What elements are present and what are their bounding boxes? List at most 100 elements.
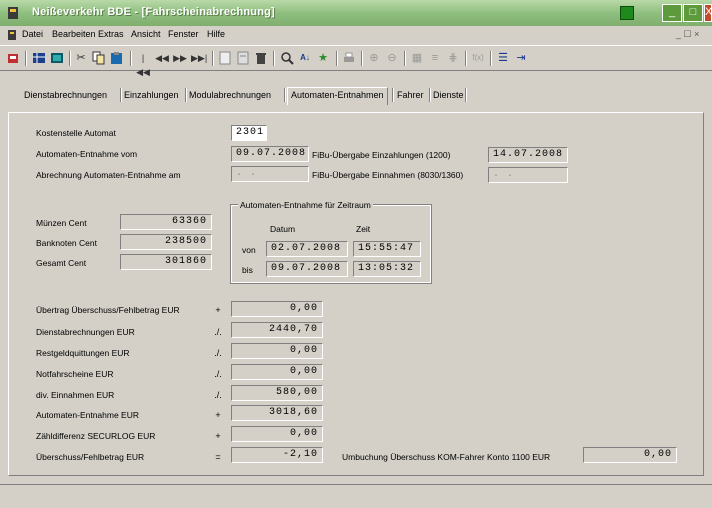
- toolbar-separator: [212, 51, 214, 66]
- paste-icon[interactable]: [110, 51, 124, 65]
- ueberschuss-input[interactable]: -2,10: [231, 447, 323, 463]
- tab-strip: Dienstabrechnungen Einzahlungen Modulabr…: [0, 74, 712, 114]
- last-record-icon[interactable]: ▶▶|: [191, 51, 207, 65]
- toolbar-separator: [69, 51, 71, 66]
- copy-icon[interactable]: [92, 51, 106, 65]
- first-record-icon[interactable]: |◀◀: [136, 51, 150, 77]
- doc2-icon[interactable]: [236, 51, 250, 65]
- title-bar: Neißeverkehr BDE - [Fahrscheinabrechnung…: [0, 0, 712, 26]
- menu-datei[interactable]: Datei: [22, 29, 43, 39]
- zaehldifferenz-label: Zähldifferenz SECURLOG EUR: [36, 431, 156, 441]
- maximize-button[interactable]: □: [683, 4, 703, 22]
- sort-icon[interactable]: A↓: [298, 51, 312, 65]
- tab-dienste[interactable]: Dienste: [433, 90, 464, 100]
- tab-divider: [185, 88, 187, 102]
- umbuchung-input[interactable]: 0,00: [583, 447, 677, 463]
- menu-ansicht[interactable]: Ansicht: [131, 29, 161, 39]
- grid-icon[interactable]: [32, 51, 46, 65]
- fibu-einnahmen-label: FiBu-Übergabe Einnahmen (8030/1360): [312, 170, 464, 180]
- table-icon[interactable]: [50, 51, 64, 65]
- bullet-list-icon[interactable]: ☰: [496, 51, 510, 65]
- tab-einzahlungen[interactable]: Einzahlungen: [124, 90, 179, 100]
- entnahme-vom-input[interactable]: 09.07.2008: [231, 146, 309, 162]
- fibu-einzahlungen-input[interactable]: 14.07.2008: [488, 147, 568, 163]
- tab-automaten-entnahmen[interactable]: Automaten-Entnahmen: [287, 87, 388, 105]
- search-icon[interactable]: [280, 51, 294, 65]
- dienstabrechnungen-label: Dienstabrechnungen EUR: [36, 327, 135, 337]
- kostenstelle-input[interactable]: 2301: [231, 125, 267, 141]
- bis-zeit-input[interactable]: 13:05:32: [353, 261, 421, 277]
- tab-divider: [392, 88, 394, 102]
- calc-icon[interactable]: ▦: [410, 51, 424, 65]
- abrechnung-input[interactable]: . .: [231, 166, 309, 182]
- zoom-in-icon[interactable]: ⊕: [367, 51, 381, 65]
- grid-lines-icon[interactable]: ⋕: [446, 51, 460, 65]
- toolbar-separator: [25, 51, 27, 66]
- von-datum-input[interactable]: 02.07.2008: [266, 241, 348, 257]
- von-zeit-input[interactable]: 15:55:47: [353, 241, 421, 257]
- formula-icon[interactable]: f(x): [471, 51, 485, 65]
- uebertrag-input[interactable]: 0,00: [231, 301, 323, 317]
- gesamt-input[interactable]: 301860: [120, 254, 212, 270]
- menu-bearbeiten[interactable]: Bearbeiten: [52, 29, 96, 39]
- cut-icon[interactable]: ✂: [74, 51, 88, 65]
- next-page-icon[interactable]: ▶▶: [173, 51, 187, 65]
- status-indicator-icon: [620, 6, 634, 20]
- doc1-icon[interactable]: [218, 51, 232, 65]
- doc-icon[interactable]: [6, 29, 18, 41]
- minimize-button[interactable]: _: [662, 4, 682, 22]
- restgeldquittungen-input[interactable]: 0,00: [231, 343, 323, 359]
- notfahrscheine-label: Notfahrscheine EUR: [36, 369, 114, 379]
- muenzen-label: Münzen Cent: [36, 218, 87, 228]
- menu-bar: Datei Bearbeiten Extras Ansicht Fenster …: [0, 26, 712, 44]
- banknoten-input[interactable]: 238500: [120, 234, 212, 250]
- tab-divider: [465, 88, 467, 102]
- notfahrscheine-input[interactable]: 0,00: [231, 364, 323, 380]
- menu-extras[interactable]: Extras: [98, 29, 124, 39]
- app-icon[interactable]: [6, 6, 20, 20]
- close-button[interactable]: X: [704, 4, 712, 22]
- notfahrscheine-operator: ./.: [214, 369, 222, 379]
- div-einnahmen-input[interactable]: 580,00: [231, 385, 323, 401]
- status-bar: [0, 484, 712, 508]
- ueberschuss-label: Überschuss/Fehlbetrag EUR: [36, 452, 145, 462]
- zeit-header: Zeit: [356, 224, 371, 234]
- delete-icon[interactable]: [254, 51, 268, 65]
- zeitraum-title: Automaten-Entnahme für Zeitraum: [238, 200, 373, 210]
- prev-page-icon[interactable]: ◀◀: [155, 51, 169, 65]
- filter-icon[interactable]: ★: [316, 51, 330, 65]
- list-icon[interactable]: ≡: [428, 51, 442, 65]
- gesamt-label: Gesamt Cent: [36, 258, 87, 268]
- child-window-controls[interactable]: _ ☐ ×: [676, 29, 699, 40]
- tab-fahrer[interactable]: Fahrer: [397, 90, 424, 100]
- ueberschuss-operator: =: [215, 452, 221, 462]
- print-icon[interactable]: [342, 51, 356, 65]
- restgeldquittungen-operator: ./.: [214, 348, 222, 358]
- tab-dienstabrechnungen[interactable]: Dienstabrechnungen: [24, 90, 107, 100]
- muenzen-input[interactable]: 63360: [120, 214, 212, 230]
- automaten-entnahme-eur-operator: +: [215, 410, 221, 420]
- dienstabrechnungen-input[interactable]: 2440,70: [231, 322, 323, 338]
- von-label: von: [242, 245, 256, 255]
- automaten-entnahme-eur-input[interactable]: 3018,60: [231, 405, 323, 421]
- toolbar-app-icon[interactable]: [6, 51, 20, 65]
- zaehldifferenz-input[interactable]: 0,00: [231, 426, 323, 442]
- uebertrag-label: Übertrag Überschuss/Fehlbetrag EUR: [36, 305, 180, 315]
- toolbar-separator: [336, 51, 338, 66]
- indent-icon[interactable]: ⇥: [514, 51, 528, 65]
- tab-divider: [120, 88, 122, 102]
- tab-panel: [8, 112, 704, 476]
- fibu-einnahmen-input[interactable]: . .: [488, 167, 568, 183]
- toolbar-separator: [273, 51, 275, 66]
- toolbar-separator: [361, 51, 363, 66]
- zoom-out-icon[interactable]: ⊖: [385, 51, 399, 65]
- kostenstelle-label: Kostenstelle Automat: [36, 128, 116, 138]
- menu-hilfe[interactable]: Hilfe: [207, 29, 225, 39]
- bis-datum-input[interactable]: 09.07.2008: [266, 261, 348, 277]
- div-einnahmen-operator: ./.: [214, 390, 222, 400]
- menu-fenster[interactable]: Fenster: [168, 29, 199, 39]
- zaehldifferenz-operator: +: [215, 431, 221, 441]
- toolbar-separator: [404, 51, 406, 66]
- tab-modulabrechnungen[interactable]: Modulabrechnungen: [189, 90, 271, 100]
- automaten-entnahme-eur-label: Automaten-Entnahme EUR: [36, 410, 139, 420]
